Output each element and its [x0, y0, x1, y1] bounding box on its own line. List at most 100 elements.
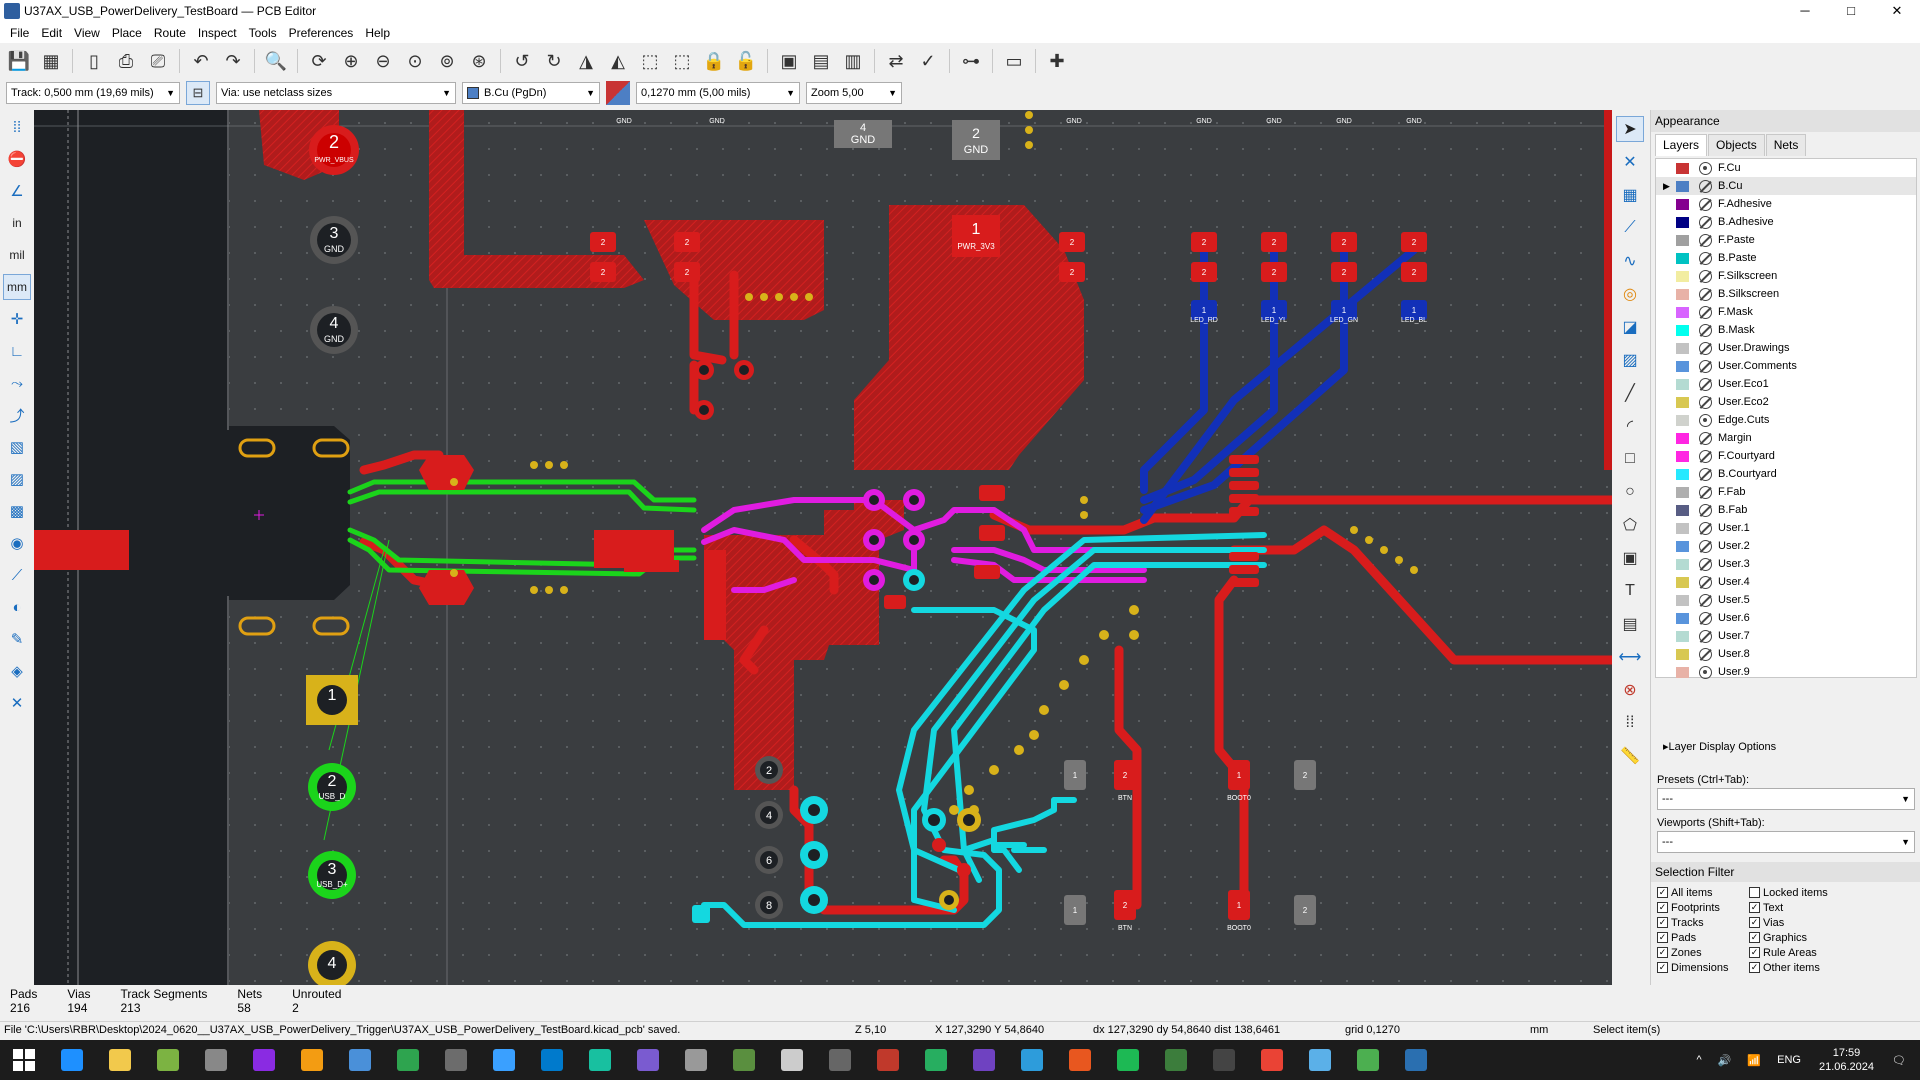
print-icon[interactable]: ⎙ — [113, 48, 139, 74]
clock[interactable]: 17:59 21.06.2024 — [1819, 1046, 1874, 1074]
filter-checkbox[interactable]: ✓ Rule Areas — [1749, 946, 1879, 959]
visibility-eye-icon[interactable] — [1699, 629, 1712, 643]
rule-area-icon[interactable]: ▨ — [1616, 347, 1644, 373]
visibility-eye-icon[interactable] — [1699, 539, 1712, 553]
taskbar-app-icon[interactable] — [822, 1042, 858, 1078]
zone-outline-icon[interactable]: ▨ — [3, 466, 31, 492]
menu-route[interactable]: Route — [148, 26, 192, 40]
visibility-eye-icon[interactable] — [1699, 665, 1712, 679]
grid-toggle-icon[interactable]: ⁞⁞ — [3, 114, 31, 140]
layer-row[interactable]: User.1 — [1656, 519, 1916, 537]
ungroup-icon[interactable]: ⬚ — [669, 48, 695, 74]
layer-color-swatch[interactable] — [1676, 576, 1689, 588]
layer-color-swatch[interactable] — [1676, 324, 1689, 336]
visibility-eye-icon[interactable] — [1699, 593, 1712, 607]
netlist-icon[interactable]: ▥ — [840, 48, 866, 74]
layer-color-swatch[interactable] — [1676, 594, 1689, 606]
layer-manager-icon[interactable]: ◈ — [3, 658, 31, 684]
layer-row[interactable]: F.Paste — [1656, 231, 1916, 249]
mirror-h-icon[interactable]: ◮ — [573, 48, 599, 74]
filter-checkbox[interactable]: ✓ Vias — [1749, 916, 1879, 929]
add-footprint-icon[interactable]: ▦ — [1616, 182, 1644, 208]
tab-objects[interactable]: Objects — [1708, 134, 1765, 156]
layer-row[interactable]: User.9 — [1656, 663, 1916, 681]
taskbar-app-icon[interactable] — [774, 1042, 810, 1078]
maximize-button[interactable]: □ — [1828, 0, 1874, 22]
layer-color-swatch[interactable] — [1676, 486, 1689, 498]
mirror-v-icon[interactable]: ◭ — [605, 48, 631, 74]
filter-checkbox[interactable]: ✓ Tracks — [1657, 916, 1749, 929]
polar-coords-icon[interactable]: ∠ — [3, 178, 31, 204]
pad-fill-icon[interactable]: ▩ — [3, 498, 31, 524]
track-width-select[interactable]: Track: 0,500 mm (19,69 mils) ▼ — [6, 82, 180, 104]
taskbar-app-icon[interactable] — [1350, 1042, 1386, 1078]
add-dimension-icon[interactable]: ⟷ — [1616, 644, 1644, 670]
visibility-eye-icon[interactable] — [1699, 161, 1712, 175]
visibility-eye-icon[interactable] — [1699, 233, 1712, 247]
taskbar-app-icon[interactable] — [438, 1042, 474, 1078]
menu-view[interactable]: View — [68, 26, 106, 40]
layer-color-swatch[interactable] — [1676, 540, 1689, 552]
schematic-icon[interactable]: ⊶ — [958, 48, 984, 74]
layer-color-swatch[interactable] — [1676, 270, 1689, 282]
visibility-eye-icon[interactable] — [1699, 359, 1712, 373]
language-indicator[interactable]: ENG — [1777, 1054, 1801, 1066]
layer-row[interactable]: F.Cu — [1656, 159, 1916, 177]
visibility-eye-icon[interactable] — [1699, 251, 1712, 265]
visibility-eye-icon[interactable] — [1699, 179, 1712, 193]
visibility-eye-icon[interactable] — [1699, 503, 1712, 517]
delete-tool-icon[interactable]: ⊗ — [1616, 677, 1644, 703]
cursor-style-icon[interactable]: ✛ — [3, 306, 31, 332]
visibility-eye-icon[interactable] — [1699, 485, 1712, 499]
layer-display-options-toggle[interactable]: ▸Layer Display Options — [1663, 740, 1776, 753]
layer-row[interactable]: F.Fab — [1656, 483, 1916, 501]
layer-row[interactable]: B.Mask — [1656, 321, 1916, 339]
filter-checkbox[interactable]: ✓ Pads — [1657, 931, 1749, 944]
visibility-eye-icon[interactable] — [1699, 305, 1712, 319]
select-tool-icon[interactable]: ➤ — [1616, 116, 1644, 142]
layer-row[interactable]: User.8 — [1656, 645, 1916, 663]
close-button[interactable]: ✕ — [1874, 0, 1920, 22]
layer-row[interactable]: User.6 — [1656, 609, 1916, 627]
layer-row[interactable]: F.Mask — [1656, 303, 1916, 321]
taskbar-app-icon[interactable] — [102, 1042, 138, 1078]
taskbar-app-icon[interactable] — [582, 1042, 618, 1078]
filter-checkbox[interactable]: ✓ All items — [1657, 886, 1749, 899]
layer-color-swatch[interactable] — [1676, 414, 1689, 426]
units-mm-toggle[interactable]: mm — [3, 274, 31, 300]
filter-checkbox[interactable]: ✓ Dimensions — [1657, 961, 1749, 974]
ratsnest-icon[interactable]: ⤳ — [3, 370, 31, 396]
layer-row[interactable]: User.Comments — [1656, 357, 1916, 375]
taskbar-app-icon[interactable] — [966, 1042, 1002, 1078]
taskbar-app-icon[interactable] — [1110, 1042, 1146, 1078]
draw-arc-icon[interactable]: ◜ — [1616, 413, 1644, 439]
find-icon[interactable]: 🔍 — [263, 48, 289, 74]
taskbar-app-icon[interactable] — [294, 1042, 330, 1078]
angle-constraint-icon[interactable]: ∟ — [3, 338, 31, 364]
pcb-canvas[interactable]: 2 2 2 2 2 2 2 2 2 2 2 2 2 2 1 1 1 1 2 2 — [34, 110, 1612, 985]
taskbar-app-icon[interactable] — [870, 1042, 906, 1078]
visibility-eye-icon[interactable] — [1699, 287, 1712, 301]
taskbar-app-icon[interactable] — [678, 1042, 714, 1078]
draw-rectangle-icon[interactable]: □ — [1616, 446, 1644, 472]
presets-select[interactable]: --- ▼ — [1657, 788, 1915, 810]
taskbar-app-icon[interactable] — [1206, 1042, 1242, 1078]
measure-tool-icon[interactable]: 📏 — [1616, 743, 1644, 769]
visibility-eye-icon[interactable] — [1699, 323, 1712, 337]
drc-icon[interactable]: ✓ — [915, 48, 941, 74]
visibility-eye-icon[interactable] — [1699, 647, 1712, 661]
tab-nets[interactable]: Nets — [1765, 134, 1807, 156]
taskbar-app-icon[interactable] — [342, 1042, 378, 1078]
taskbar-app-icon[interactable] — [1014, 1042, 1050, 1078]
layer-color-swatch[interactable] — [1676, 306, 1689, 318]
footprint-browser-icon[interactable]: ▤ — [808, 48, 834, 74]
visibility-eye-icon[interactable] — [1699, 575, 1712, 589]
layer-row[interactable]: User.Drawings — [1656, 339, 1916, 357]
page-settings-icon[interactable]: ▯ — [81, 48, 107, 74]
footprint-editor-icon[interactable]: ▣ — [776, 48, 802, 74]
plot-icon[interactable]: ⎚ — [145, 48, 171, 74]
draw-polygon-icon[interactable]: ⬠ — [1616, 512, 1644, 538]
layer-row[interactable]: F.Silkscreen — [1656, 267, 1916, 285]
menu-inspect[interactable]: Inspect — [192, 26, 243, 40]
via-display-icon[interactable]: ◉ — [3, 530, 31, 556]
